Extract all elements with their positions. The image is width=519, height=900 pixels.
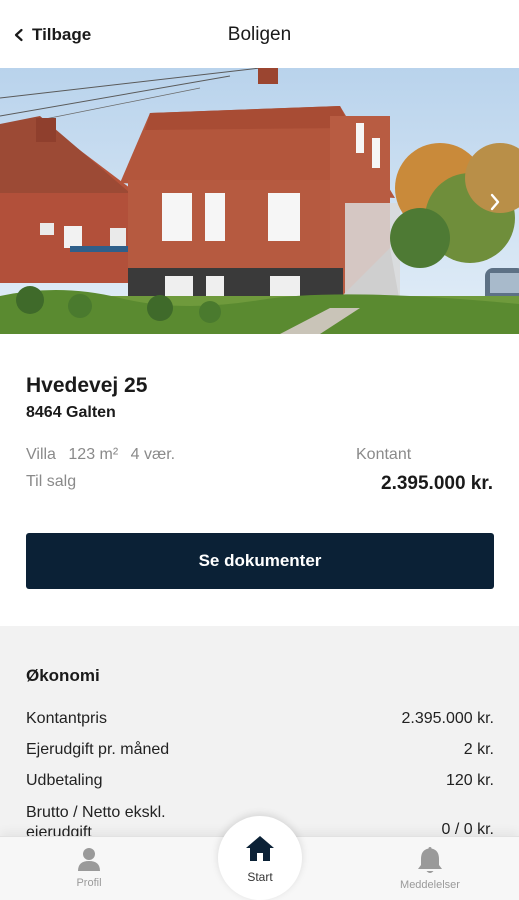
economy-heading: Økonomi xyxy=(26,666,100,685)
economy-row: Kontantpris 2.395.000 kr. xyxy=(26,710,494,728)
tab-profile[interactable]: Profil xyxy=(34,845,144,889)
economy-row-value: 0 / 0 kr. xyxy=(441,821,494,836)
home-icon xyxy=(246,836,274,861)
page-title: Boligen xyxy=(227,24,292,45)
property-summary: Hvedevej 25 8464 Galten Villa 123 m² 4 v… xyxy=(0,334,519,626)
house-photo xyxy=(0,68,519,334)
property-photo-carousel[interactable] xyxy=(0,68,519,334)
economy-row: Ejerudgift pr. måned 2 kr. xyxy=(26,741,494,759)
person-icon xyxy=(78,848,100,871)
economy-row-value: 2 kr. xyxy=(463,741,494,758)
property-price: 2.395.000 kr. xyxy=(381,473,493,494)
property-area: 123 m² xyxy=(68,446,119,463)
tab-profile-label: Profil xyxy=(76,877,102,889)
tab-start[interactable]: Start xyxy=(218,816,302,900)
property-rooms: 4 vær. xyxy=(130,446,176,463)
tab-messages[interactable]: Meddelelser xyxy=(375,845,485,891)
property-city: 8464 Galten xyxy=(26,404,116,421)
property-address: Hvedevej 25 xyxy=(26,374,148,397)
economy-row-value: 2.395.000 kr. xyxy=(401,710,494,727)
next-photo-button[interactable] xyxy=(483,188,507,216)
economy-row-label: Ejerudgift pr. måned xyxy=(26,741,170,758)
economy-row-value: 120 kr. xyxy=(445,772,494,789)
top-navigation-bar: Tilbage Boligen xyxy=(0,0,519,68)
property-type: Villa xyxy=(26,446,56,463)
economy-row: Udbetaling 120 kr. xyxy=(26,772,494,790)
chevron-right-icon xyxy=(490,193,500,211)
economy-section: Økonomi Kontantpris 2.395.000 kr. Ejerud… xyxy=(0,626,519,836)
see-documents-button[interactable]: Se dokumenter xyxy=(26,533,494,589)
property-status: Til salg xyxy=(26,473,77,490)
bell-icon xyxy=(418,847,442,873)
tab-start-label: Start xyxy=(247,870,273,884)
economy-row-label: Brutto / Netto ekskl. ejerudgift xyxy=(26,804,166,836)
property-meta: Villa 123 m² 4 vær. xyxy=(26,446,183,464)
economy-row-label: Udbetaling xyxy=(26,772,103,789)
economy-row-label: Kontantpris xyxy=(26,710,107,727)
price-label: Kontant xyxy=(356,446,412,463)
tab-messages-label: Meddelelser xyxy=(400,879,460,891)
